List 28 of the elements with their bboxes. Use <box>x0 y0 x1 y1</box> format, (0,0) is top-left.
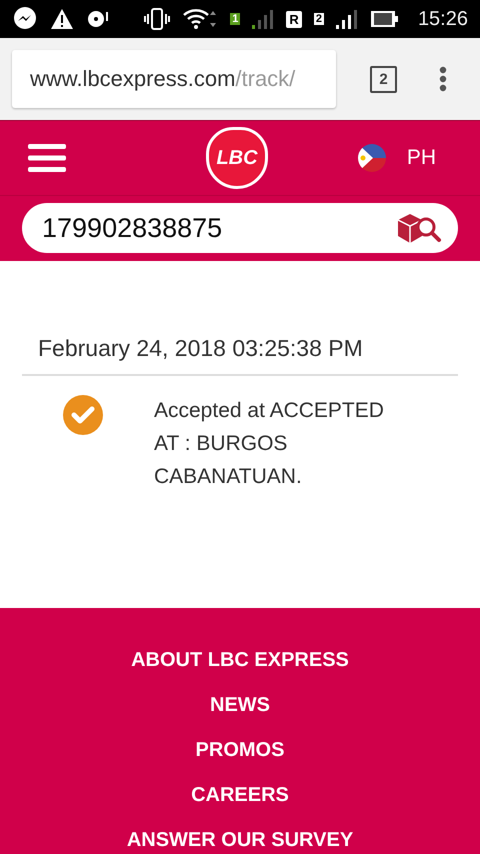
footer-link[interactable]: ABOUT LBC EXPRESS <box>131 648 349 672</box>
footer-link[interactable]: CAREERS <box>191 783 289 807</box>
warning-icon <box>50 8 74 30</box>
tracking-date: February 24, 2018 03:25:38 PM <box>22 335 458 376</box>
tracking-event-text: Accepted at ACCEPTED AT : BURGOS CABANATUAN. <box>154 398 385 490</box>
sim-label: 1 <box>230 13 240 25</box>
battery-icon <box>370 9 400 29</box>
vibrate-icon <box>144 7 170 31</box>
clock-time: 15:26 <box>418 8 468 30</box>
more-menu-icon[interactable] <box>439 66 447 92</box>
tracking-search-field[interactable]: 179902838875 <box>22 203 458 253</box>
flag-icon[interactable] <box>356 143 387 173</box>
roaming-label: R <box>286 10 302 28</box>
wifi-icon <box>182 7 218 31</box>
footer-link[interactable]: NEWS <box>210 693 270 717</box>
tab-count-button[interactable]: 2 <box>370 66 397 92</box>
footer-link[interactable]: PROMOS <box>196 738 284 762</box>
tracking-number-field[interactable]: 179902838875 <box>40 212 396 244</box>
region-label[interactable]: PH <box>406 146 436 170</box>
url-field[interactable]: www.lbcexpress.com/track/ <box>12 50 336 108</box>
signal-icon <box>336 7 358 31</box>
sim-label: 2 <box>314 13 324 25</box>
logo[interactable]: LBC <box>206 127 268 189</box>
messenger-icon <box>12 6 38 32</box>
disc-icon <box>86 8 110 30</box>
footer-link[interactable]: ANSWER OUR SURVEY <box>126 828 354 852</box>
menu-icon[interactable] <box>28 143 66 173</box>
signal-icon <box>252 7 274 31</box>
